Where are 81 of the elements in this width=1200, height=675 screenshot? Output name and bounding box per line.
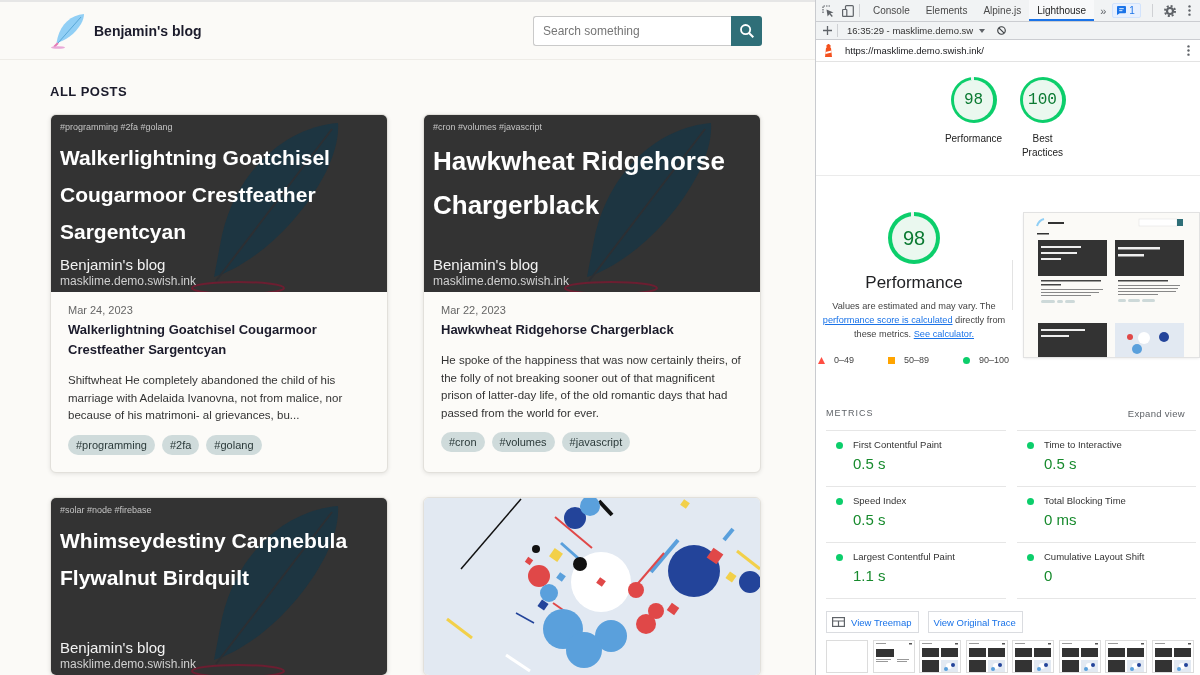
- post-date: Mar 22, 2023: [441, 303, 506, 317]
- settings-icon[interactable]: [1163, 4, 1176, 17]
- metric-label: Total Blocking Time: [1044, 495, 1126, 507]
- tag-chip[interactable]: #2fa: [161, 434, 200, 455]
- legend-label: 90–100: [978, 354, 1009, 367]
- panel-tab[interactable]: Elements: [917, 0, 976, 21]
- tag-chip[interactable]: #cron: [441, 432, 485, 452]
- post-excerpt: He spoke of the happiness that was now certainly theirs, of the folly of not breaking sooner out of that magnificent prison of latter-day life, of the old romantic days that had passed from the world for ever.: [441, 353, 742, 421]
- performance-title: Performance: [865, 273, 963, 293]
- tag-chip[interactable]: #volumes: [491, 432, 555, 452]
- abstract-art-drawing[interactable]: [424, 497, 760, 675]
- issues-button[interactable]: 1: [1112, 3, 1141, 18]
- score-gauge[interactable]: 100: [1019, 77, 1066, 123]
- metric-value: 0.5 s: [853, 511, 886, 529]
- section-title: ALL POSTS: [50, 84, 129, 100]
- metrics-heading: METRICS: [826, 408, 874, 418]
- tag-chip[interactable]: #javascript: [561, 432, 631, 452]
- search-button[interactable]: [731, 15, 762, 46]
- post-cover[interactable]: #solar #node #firebase Whimseydestiny Carpnebula Flywalnut Birdquilt Benjamin's blog masklime.demo.swish.ink: [51, 497, 387, 675]
- expand-view-link[interactable]: Expand view: [1127, 407, 1185, 419]
- description-link[interactable]: performance score is calculated: [822, 315, 953, 325]
- post-title[interactable]: Walkerlightning Goatchisel Cougarmoor Crestfeather Sargentcyan: [68, 320, 370, 360]
- legend-label: 0–49: [834, 354, 855, 367]
- category-label[interactable]: Performance: [944, 132, 1003, 146]
- post-date: Mar 24, 2023: [68, 303, 133, 317]
- more-tabs-button[interactable]: »: [1094, 4, 1113, 17]
- cover-site-name: Benjamin's blog: [60, 637, 166, 657]
- panel-tab[interactable]: Alpine.js: [975, 0, 1030, 21]
- score-value: 100: [1028, 91, 1057, 109]
- cover-title: Whimseydestiny Carpnebula Flywalnut Birdquilt: [60, 527, 349, 591]
- metric-label: Speed Index: [853, 495, 907, 507]
- report-action-button[interactable]: View Original Trace: [927, 611, 1023, 633]
- cover-tags: #solar #node #firebase: [60, 503, 152, 516]
- metric-value: 0: [1044, 567, 1053, 585]
- treemap-icon: [832, 617, 845, 627]
- message-icon: [1117, 6, 1127, 15]
- metric-label: First Contentful Paint: [853, 439, 942, 451]
- report-url: https://masklime.demo.swish.ink/: [845, 45, 984, 56]
- category-label[interactable]: Best Practices: [1012, 132, 1073, 160]
- lighthouse-icon: [824, 44, 833, 57]
- cover-site-name: Benjamin's blog: [433, 255, 539, 274]
- block-icon[interactable]: [997, 26, 1007, 35]
- metric-value: 1.1 s: [853, 567, 886, 585]
- cover-title: Walkerlightning Goatchisel Cougarmoor Crestfeather Sargentcyan: [60, 145, 331, 245]
- score-value: 98: [902, 226, 926, 250]
- metric-value: 0.5 s: [1044, 455, 1077, 473]
- panel-tab[interactable]: Lighthouse: [1029, 0, 1095, 21]
- post-cover[interactable]: #cron #volumes #javascript Hawkwheat Ridgehorse Chargerblack Benjamin's blog masklime.demo.swish.ink: [424, 115, 760, 292]
- tag-chip[interactable]: #programming: [68, 434, 155, 455]
- search-icon: [739, 23, 754, 38]
- report-action-button[interactable]: View Treemap: [826, 611, 919, 633]
- cover-title: Hawkwheat Ridgehorse Chargerblack: [433, 145, 726, 222]
- score-value: 98: [963, 91, 984, 109]
- cover-site-name: Benjamin's blog: [60, 255, 166, 274]
- post-cover[interactable]: #programming #2fa #golang Walkerlightning Goatchisel Cougarmoor Crestfeather Sargentcyan Benjamin's blog masklime.demo.swish.ink: [51, 115, 387, 292]
- metric-label: Time to Interactive: [1044, 439, 1122, 451]
- description-link[interactable]: See calculator.: [913, 329, 974, 339]
- cover-url: masklime.demo.swish.ink: [60, 656, 197, 672]
- post-title[interactable]: Hawkwheat Ridgehorse Chargerblack: [441, 320, 743, 340]
- site-title[interactable]: Benjamin's blog: [94, 22, 202, 39]
- more-icon[interactable]: [1187, 45, 1190, 56]
- metric-value: 0 ms: [1044, 511, 1077, 529]
- performance-description: Values are estimated and may vary. The performance score is calculated directly from these metrics. See calculator.: [821, 300, 1007, 341]
- plus-icon[interactable]: [823, 26, 832, 35]
- metric-label: Cumulative Layout Shift: [1044, 551, 1145, 563]
- search-field[interactable]: Search something: [533, 15, 731, 46]
- legend-label: 50–89: [903, 354, 929, 367]
- cover-tags: #programming #2fa #golang: [60, 121, 173, 133]
- cover-url: masklime.demo.swish.ink: [433, 274, 570, 289]
- inspect-icon[interactable]: [822, 4, 834, 17]
- score-gauge[interactable]: 98: [950, 77, 997, 123]
- post-excerpt: Shiftwheat He completely abandoned the child of his marriage with Adelaida Ivanovna, not from malice, nor because of his matrimoni- al grievances, bu...: [68, 373, 344, 423]
- caret-icon: [979, 28, 986, 33]
- tag-chip[interactable]: #golang: [206, 434, 262, 455]
- cover-url: masklime.demo.swish.ink: [60, 274, 197, 289]
- devices-icon[interactable]: [842, 4, 854, 17]
- metric-label: Largest Contentful Paint: [853, 551, 955, 563]
- cover-tags: #cron #volumes #javascript: [433, 121, 543, 133]
- panel-tab[interactable]: Console: [865, 0, 918, 21]
- metric-value: 0.5 s: [853, 455, 886, 473]
- more-icon[interactable]: [1187, 5, 1191, 16]
